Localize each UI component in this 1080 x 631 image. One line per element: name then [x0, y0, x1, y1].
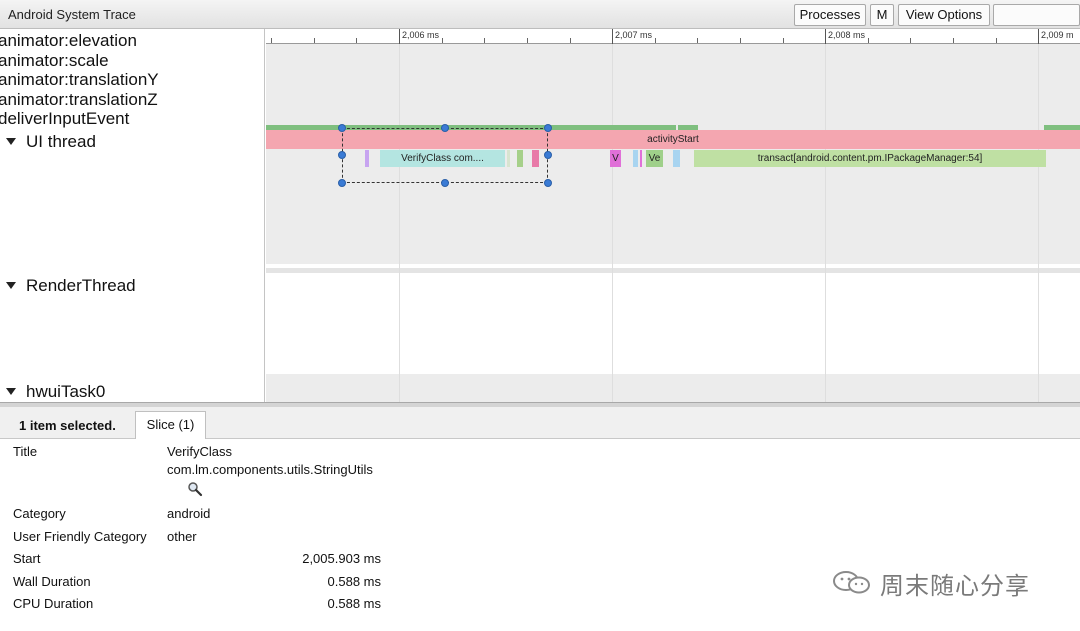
- slice-label: activityStart: [647, 134, 699, 145]
- m-button[interactable]: M: [870, 4, 894, 26]
- thread-ui[interactable]: UI thread: [0, 132, 96, 152]
- major-tick: [1038, 29, 1039, 44]
- minor-tick: [655, 38, 656, 43]
- view-options-button[interactable]: View Options: [898, 4, 990, 26]
- major-tick: [399, 29, 400, 44]
- minor-tick: [442, 38, 443, 43]
- magnifier-icon[interactable]: [187, 481, 203, 497]
- major-tick: [825, 29, 826, 44]
- start-value: 2,005.903 ms: [302, 551, 381, 566]
- analysis-tab-bar: 1 item selected. Slice (1): [0, 407, 1080, 439]
- slice-ve[interactable]: Ve: [646, 150, 663, 167]
- grid-line: [825, 44, 826, 402]
- tick-label: 2,006 ms: [402, 30, 440, 40]
- track-label-animator-scale: animator:scale: [0, 51, 109, 70]
- selection-count: 1 item selected.: [19, 418, 116, 433]
- user-friendly-category-value: other: [167, 529, 197, 544]
- minor-tick: [356, 38, 357, 43]
- minor-tick: [783, 38, 784, 43]
- minor-tick: [868, 38, 869, 43]
- collapse-triangle-icon[interactable]: [6, 282, 16, 290]
- collapse-triangle-icon[interactable]: [6, 388, 16, 396]
- slice-label: Ve: [648, 153, 661, 164]
- selection-box[interactable]: [342, 128, 548, 183]
- title-bar: Android System Trace Processes M View Op…: [0, 0, 1080, 29]
- thread-label: hwuiTask0: [26, 382, 106, 401]
- category-value: android: [167, 506, 211, 521]
- slice-v[interactable]: V: [610, 150, 621, 167]
- thread-label: UI thread: [26, 132, 96, 151]
- track-label-animator-elevation: animator:elevation: [0, 31, 137, 50]
- slice-label: V: [612, 153, 619, 164]
- resize-handle[interactable]: [544, 124, 552, 132]
- grid-line: [399, 44, 400, 402]
- major-tick: [612, 29, 613, 44]
- resize-handle[interactable]: [338, 124, 346, 132]
- minor-tick: [570, 38, 571, 43]
- minor-tick: [484, 38, 485, 43]
- slice-small[interactable]: [633, 150, 638, 167]
- time-ruler[interactable]: 2,006 ms 2,007 ms 2,008 ms 2,009 m: [266, 29, 1080, 44]
- grid-line: [612, 44, 613, 402]
- thread-label: RenderThread: [26, 276, 136, 295]
- category-key: Category: [13, 506, 66, 521]
- hwui-task-track[interactable]: [266, 374, 1080, 402]
- wall-duration-key: Wall Duration: [13, 574, 91, 589]
- tick-label: 2,008 ms: [828, 30, 866, 40]
- track-labels: animator:elevation animator:scale animat…: [0, 29, 265, 402]
- slice-small[interactable]: [673, 150, 680, 167]
- wechat-logo-icon: [833, 571, 870, 594]
- resize-handle[interactable]: [338, 151, 346, 159]
- tick-label: 2,007 ms: [615, 30, 653, 40]
- collapse-triangle-icon[interactable]: [6, 138, 16, 146]
- slice-details: Title VerifyClass com.lm.components.util…: [0, 439, 1080, 631]
- track-label-animator-translationy: animator:translationY: [0, 70, 159, 89]
- thread-hwui[interactable]: hwuiTask0: [0, 382, 105, 402]
- minor-tick: [527, 38, 528, 43]
- wall-duration-value: 0.588 ms: [327, 574, 381, 589]
- start-key: Start: [13, 551, 41, 566]
- trace-tracks[interactable]: activityStart VerifyClass com.... V Ve t…: [266, 44, 1080, 402]
- processes-button[interactable]: Processes: [794, 4, 866, 26]
- track-label-deliver-input-event: deliverInputEvent: [0, 109, 130, 128]
- window-title: Android System Trace: [8, 7, 136, 22]
- minor-tick: [271, 38, 272, 43]
- resize-handle[interactable]: [338, 179, 346, 187]
- grid-line: [1038, 44, 1039, 402]
- tick-label: 2,009 m: [1041, 30, 1074, 40]
- cpu-duration-key: CPU Duration: [13, 596, 94, 611]
- watermark-text: 周末随心分享: [880, 573, 1030, 600]
- title-key: Title: [13, 444, 38, 459]
- resize-handle[interactable]: [544, 179, 552, 187]
- search-box[interactable]: [993, 4, 1080, 26]
- minor-tick: [953, 38, 954, 43]
- title-value-line1: VerifyClass: [167, 444, 233, 459]
- minor-tick: [314, 38, 315, 43]
- minor-tick: [740, 38, 741, 43]
- minor-tick: [697, 38, 698, 43]
- slice-small[interactable]: [640, 150, 642, 167]
- resize-handle[interactable]: [441, 124, 449, 132]
- resize-handle[interactable]: [441, 179, 449, 187]
- slice-label: transact[android.content.pm.IPackageMana…: [757, 153, 983, 164]
- title-value-line2: com.lm.components.utils.StringUtils: [167, 462, 373, 477]
- cpu-duration-value: 0.588 ms: [327, 596, 381, 611]
- minor-tick: [996, 38, 997, 43]
- tab-slice[interactable]: Slice (1): [135, 411, 206, 439]
- slice-transact[interactable]: transact[android.content.pm.IPackageMana…: [694, 150, 1046, 167]
- minor-tick: [910, 38, 911, 43]
- track-label-animator-translationz: animator:translationZ: [0, 90, 158, 109]
- thread-render[interactable]: RenderThread: [0, 276, 136, 296]
- user-friendly-category-key: User Friendly Category: [13, 529, 147, 544]
- resize-handle[interactable]: [544, 151, 552, 159]
- render-thread-track[interactable]: [266, 273, 1080, 374]
